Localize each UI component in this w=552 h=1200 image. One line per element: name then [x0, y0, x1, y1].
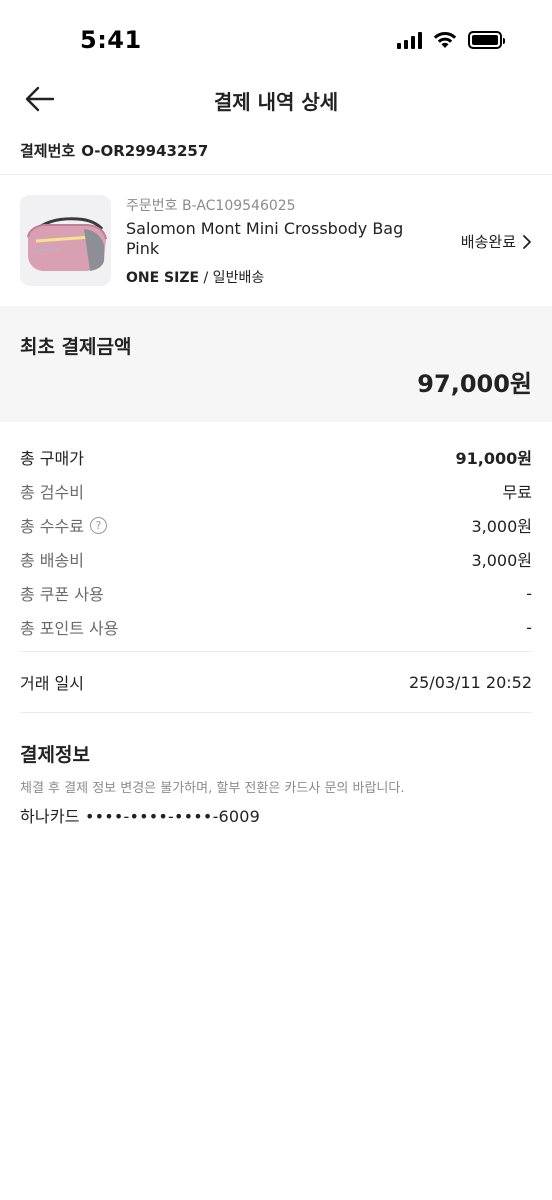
- payment-number: 결제번호 O-OR29943257: [20, 140, 208, 161]
- status-icons: [397, 30, 505, 50]
- breakdown-row: 총 구매가 91,000원: [20, 440, 532, 474]
- breakdown-row: 총 포인트 사용 -: [20, 610, 532, 644]
- breakdown-value: 무료: [502, 483, 532, 502]
- breakdown-value: 91,000원: [455, 449, 532, 468]
- breakdown-label: 총 배송비: [20, 551, 84, 570]
- initial-payment-section: 최초 결제금액 97,000원: [0, 306, 552, 422]
- breakdown-label-with-help: 총 수수료 ?: [20, 513, 107, 537]
- nav-header: 결제 내역 상세: [0, 72, 552, 124]
- battery-icon: [468, 31, 505, 49]
- breakdown-value: -: [526, 617, 532, 637]
- payment-number-value: O-OR29943257: [81, 142, 209, 160]
- breakdown-label: 총 포인트 사용: [20, 619, 119, 638]
- product-thumbnail: [20, 195, 111, 286]
- cellular-signal-icon: [397, 31, 422, 49]
- divider: [20, 712, 532, 713]
- trade-datetime-row: 거래 일시 25/03/11 20:52: [20, 664, 532, 700]
- chevron-right-icon: [523, 234, 531, 249]
- divider: [20, 651, 532, 652]
- breakdown-row: 총 검수비 무료: [20, 474, 532, 508]
- breakdown-value: -: [526, 583, 532, 603]
- payment-info-note: 체결 후 결제 정보 변경은 불가하며, 할부 전환은 카드사 문의 바랍니다.: [20, 781, 405, 796]
- initial-payment-amount: 97,000원: [417, 370, 532, 398]
- breakdown-label: 총 구매가: [20, 449, 84, 468]
- order-number: 주문번호 B-AC109546025: [126, 198, 296, 214]
- breakdown-label: 총 검수비: [20, 483, 84, 502]
- trade-datetime-value: 25/03/11 20:52: [408, 672, 532, 692]
- trade-datetime-label: 거래 일시: [20, 674, 84, 693]
- status-bar: 5:41: [0, 0, 552, 80]
- product-option: ONE SIZE / 일반배송: [126, 267, 264, 287]
- breakdown-label: 총 수수료: [20, 517, 84, 536]
- breakdown-row: 총 수수료 ? 3,000원: [20, 508, 532, 542]
- breakdown-label: 총 쿠폰 사용: [20, 585, 104, 604]
- wifi-icon: [433, 31, 457, 48]
- payment-number-label: 결제번호: [20, 142, 76, 160]
- breakdown-row: 총 쿠폰 사용 -: [20, 576, 532, 610]
- breakdown-value: 3,000원: [471, 517, 532, 536]
- page-title: 결제 내역 상세: [213, 90, 339, 114]
- breakdown-row: 총 배송비 3,000원: [20, 542, 532, 576]
- breakdown-value: 3,000원: [471, 551, 532, 570]
- status-time: 5:41: [80, 26, 142, 54]
- question-circle-icon[interactable]: ?: [89, 516, 107, 534]
- card-info: 하나카드 ••••-••••-••••-6009: [20, 807, 261, 826]
- product-name: Salomon Mont Mini Crossbody Bag Pink: [126, 219, 404, 258]
- delivery-status: 배송완료: [460, 233, 516, 251]
- payment-info-title: 결제정보: [20, 744, 90, 766]
- shipping-type: / 일반배송: [203, 270, 265, 286]
- delivery-status-link[interactable]: 배송완료: [461, 231, 532, 252]
- product-card[interactable]: 주문번호 B-AC109546025 Salomon Mont Mini Cro…: [0, 175, 552, 305]
- product-size: ONE SIZE: [126, 270, 200, 286]
- price-breakdown: 총 구매가 91,000원 총 검수비 무료 총 수수료 ? 3,000원 총 …: [20, 440, 532, 644]
- initial-payment-label: 최초 결제금액: [20, 336, 132, 358]
- product-image: [20, 195, 111, 286]
